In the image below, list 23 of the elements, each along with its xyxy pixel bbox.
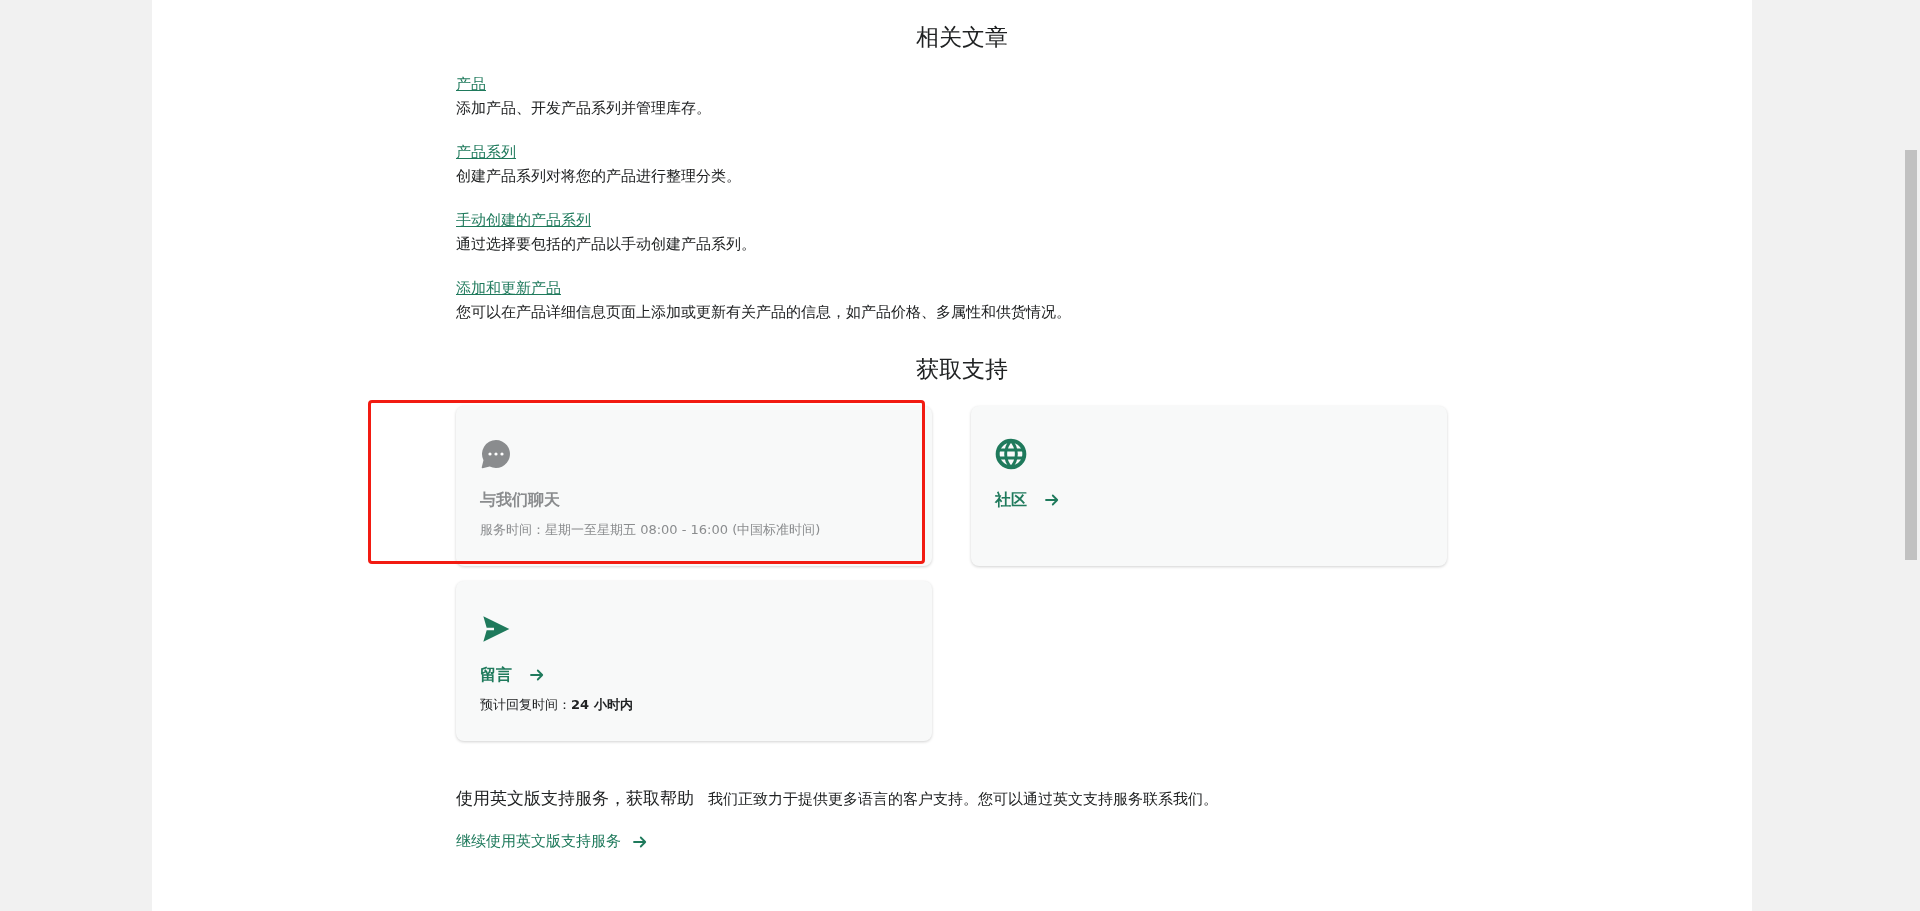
article-description: 通过选择要包括的产品以手动创建产品系列。 (456, 234, 756, 255)
section-heading: 相关文章 (915, 23, 1009, 52)
chat-bubble-icon (480, 438, 512, 470)
article-description: 创建产品系列对将您的产品进行整理分类。 (456, 166, 741, 187)
card-detail: 预计回复时间：24 小时内 (480, 696, 633, 714)
english-support-text: 我们正致力于提供更多语言的客户支持。您可以通过英文支持服务联系我们。 (708, 790, 1218, 809)
support-card[interactable]: 社区 (971, 406, 1447, 566)
scrollbar-thumb[interactable] (1905, 150, 1917, 560)
article-link[interactable]: 手动创建的产品系列 (456, 208, 591, 232)
english-support-heading: 使用英文版支持服务，获取帮助 (456, 787, 694, 810)
card-title: 与我们聊天 (480, 489, 560, 511)
globe-icon (995, 438, 1027, 470)
article-description: 您可以在产品详细信息页面上添加或更新有关产品的信息，如产品价格、多属性和供货情况。 (456, 302, 1071, 323)
card-link[interactable]: 社区 (995, 488, 1061, 512)
article-link[interactable]: 添加和更新产品 (456, 276, 561, 300)
card-link[interactable]: 留言 (480, 663, 546, 687)
article-description: 添加产品、开发产品系列并管理库存。 (456, 98, 711, 119)
article-link[interactable]: 产品系列 (456, 140, 516, 164)
section-heading: 获取支持 (915, 355, 1009, 384)
card-detail: 服务时间：星期一至星期五 08:00 - 16:00 (中国标准时间) (480, 521, 821, 539)
english-support-link[interactable]: 继续使用英文版支持服务 (456, 832, 649, 851)
support-card[interactable]: 留言 预计回复时间：24 小时内 (456, 581, 932, 741)
article-link[interactable]: 产品 (456, 72, 486, 96)
